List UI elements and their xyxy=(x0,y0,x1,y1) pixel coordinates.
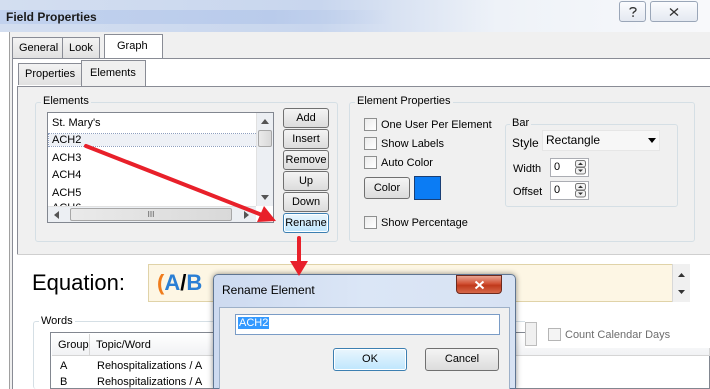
equation-paren: (A xyxy=(157,270,181,295)
horizontal-scroll-thumb[interactable]: III xyxy=(70,208,232,221)
column-header-group[interactable]: Group xyxy=(52,334,90,356)
tab-general[interactable]: General xyxy=(12,37,66,58)
table-cell: B xyxy=(60,376,68,388)
equation-b: B xyxy=(186,270,203,295)
down-button[interactable]: Down xyxy=(283,192,329,212)
words-group-label: Words xyxy=(39,315,75,327)
close-button[interactable] xyxy=(650,1,698,22)
table-cell: Rehospitalizations / A xyxy=(97,376,203,388)
rename-button[interactable]: Rename xyxy=(283,213,329,233)
scroll-up-icon[interactable] xyxy=(678,273,685,277)
hidden-control-edge xyxy=(525,322,537,346)
ok-button[interactable]: OK xyxy=(333,348,407,371)
scroll-right-icon[interactable] xyxy=(244,211,249,219)
show-percentage-checkbox[interactable]: Show Percentage xyxy=(364,216,468,230)
title-bar xyxy=(0,0,710,32)
list-item[interactable]: ACH4 xyxy=(52,169,81,181)
equation-text: (A/B xyxy=(157,270,202,296)
tab-graph[interactable]: Graph xyxy=(104,34,163,58)
offset-value: 0 xyxy=(554,184,561,196)
add-button[interactable]: Add xyxy=(283,108,329,128)
window-title: Field Properties xyxy=(6,10,97,24)
scroll-down-icon[interactable] xyxy=(678,290,685,294)
table-cell: A xyxy=(60,360,68,372)
insert-button[interactable]: Insert xyxy=(283,129,329,149)
width-label: Width xyxy=(513,163,542,175)
table-cell: Rehospitalizations / A xyxy=(97,360,203,372)
remove-button[interactable]: Remove xyxy=(283,150,329,170)
list-item-selected[interactable]: ACH2 xyxy=(48,133,258,147)
spinner-icon[interactable] xyxy=(575,160,586,175)
checkbox-box[interactable] xyxy=(364,118,377,131)
bar-group-label: Bar xyxy=(510,117,532,129)
auto-color-label: Auto Color xyxy=(381,157,433,169)
subtab-properties[interactable]: Properties xyxy=(18,63,83,85)
subtab-elements[interactable]: Elements xyxy=(81,60,146,86)
element-properties-label: Element Properties xyxy=(355,95,453,107)
equation-scrollbar[interactable] xyxy=(672,264,690,302)
elements-group-label: Elements xyxy=(41,95,91,107)
equation-label: Equation: xyxy=(32,270,125,295)
up-button[interactable]: Up xyxy=(283,171,329,191)
show-labels-checkbox[interactable]: Show Labels xyxy=(364,137,444,151)
help-icon xyxy=(628,6,637,17)
count-calendar-days-label: Count Calendar Days xyxy=(565,329,671,341)
list-item[interactable]: ACH3 xyxy=(52,152,81,164)
checkbox-box[interactable] xyxy=(364,137,377,150)
chevron-down-icon xyxy=(648,138,656,143)
close-icon xyxy=(474,280,485,290)
width-spinner[interactable]: 0 xyxy=(550,158,589,177)
rename-dialog-title: Rename Element xyxy=(222,283,315,297)
style-label: Style xyxy=(512,136,539,150)
style-value: Rectangle xyxy=(546,133,601,147)
tab-look[interactable]: Look xyxy=(62,37,100,58)
list-item[interactable]: ACH5 xyxy=(52,187,81,199)
vertical-scroll-thumb[interactable] xyxy=(258,130,272,147)
color-swatch[interactable] xyxy=(414,176,441,200)
rename-input[interactable]: ACH2 xyxy=(235,314,500,335)
style-select[interactable]: Rectangle xyxy=(542,130,660,151)
show-percentage-label: Show Percentage xyxy=(381,217,468,229)
checkbox-box[interactable] xyxy=(364,156,377,169)
show-labels-label: Show Labels xyxy=(381,138,444,150)
help-button[interactable] xyxy=(619,1,646,22)
count-calendar-days-checkbox[interactable]: Count Calendar Days xyxy=(548,328,670,342)
list-item[interactable]: St. Mary's xyxy=(52,117,101,129)
auto-color-checkbox[interactable]: Auto Color xyxy=(364,156,433,170)
width-value: 0 xyxy=(554,161,561,173)
dialog-close-button[interactable] xyxy=(456,275,502,294)
color-button[interactable]: Color xyxy=(364,177,410,199)
checkbox-box[interactable] xyxy=(364,216,377,229)
scroll-up-icon[interactable] xyxy=(261,119,269,124)
offset-spinner[interactable]: 0 xyxy=(550,181,589,200)
one-user-checkbox[interactable]: One User Per Element xyxy=(364,118,492,132)
offset-label: Offset xyxy=(513,186,543,198)
rename-input-value: ACH2 xyxy=(238,317,270,329)
horizontal-scrollbar[interactable]: III xyxy=(48,206,256,222)
spinner-icon[interactable] xyxy=(575,183,586,198)
scroll-left-icon[interactable] xyxy=(54,211,59,219)
close-icon xyxy=(669,7,679,16)
vertical-scrollbar[interactable] xyxy=(256,113,273,206)
one-user-label: One User Per Element xyxy=(381,119,492,131)
checkbox-box[interactable] xyxy=(548,328,561,341)
cancel-button[interactable]: Cancel xyxy=(425,348,499,371)
scroll-down-icon[interactable] xyxy=(261,195,269,200)
